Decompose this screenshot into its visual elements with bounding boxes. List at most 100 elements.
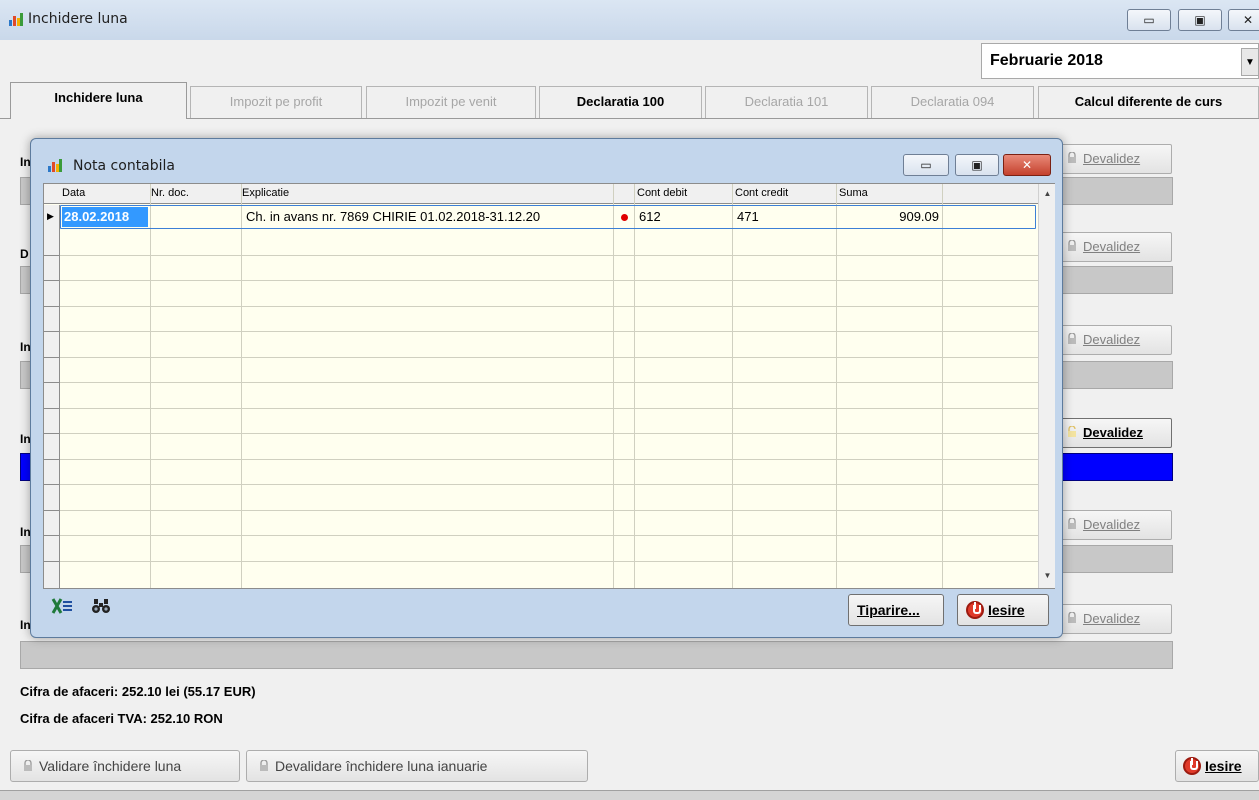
cell-explicatie[interactable]: Ch. in avans nr. 7869 CHIRIE 01.02.2018-…: [246, 207, 612, 227]
grid-line: [60, 255, 1038, 256]
validare-inchidere-button[interactable]: Validare închidere luna: [10, 750, 240, 782]
grid-line: [60, 331, 1038, 332]
minimize-icon: ▭: [1143, 13, 1155, 27]
validare-inchidere-label: Validare închidere luna: [39, 758, 182, 774]
devalidez-button-1[interactable]: Devalidez: [1060, 144, 1172, 174]
nota-contabila-dialog: Nota contabila ▭ ▣ ✕ Data Nr. doc. Expli…: [30, 138, 1063, 638]
grid-line: [60, 484, 1038, 485]
close-window-button[interactable]: ✕: [1228, 9, 1259, 31]
power-icon: [966, 601, 984, 619]
maximize-button[interactable]: ▣: [1178, 9, 1222, 31]
dialog-close-button[interactable]: ✕: [1003, 154, 1051, 176]
devalidez-label: Devalidez: [1083, 332, 1141, 347]
grid-line: [241, 184, 242, 588]
lock-icon: [1067, 327, 1077, 344]
section-label-2: D: [20, 247, 29, 261]
grid-line: [60, 408, 1038, 409]
tiparire-label: Tiparire...: [857, 602, 920, 618]
maximize-icon: ▣: [1194, 13, 1206, 27]
col-header-data[interactable]: Data: [62, 187, 85, 199]
devalidez-button-6[interactable]: Devalidez: [1060, 604, 1172, 634]
lock-icon: [23, 752, 33, 771]
tab-declaratia-100[interactable]: Declaratia 100: [539, 86, 702, 118]
row-separator: [44, 382, 60, 383]
iesire-dialog-button[interactable]: Iesire: [957, 594, 1049, 626]
red-dot-icon: [621, 214, 628, 221]
tab-inchidere-luna[interactable]: Inchidere luna: [10, 82, 187, 119]
row-separator: [44, 561, 60, 562]
scroll-up-icon[interactable]: ▲: [1039, 186, 1056, 202]
month-select[interactable]: Februarie 2018 ▼: [981, 43, 1259, 79]
devalidez-button-2[interactable]: Devalidez: [1060, 232, 1172, 262]
grid-line: [60, 535, 1038, 536]
devalidare-inchidere-button[interactable]: Devalidare închidere luna ianuarie: [246, 750, 588, 782]
row-separator: [44, 280, 60, 281]
devalidare-inchidere-label: Devalidare închidere luna ianuarie: [275, 758, 488, 774]
grid-line: [60, 459, 1038, 460]
devalidez-label: Devalidez: [1083, 151, 1141, 166]
iesire-dialog-label: Iesire: [988, 602, 1025, 618]
col-header-explicatie[interactable]: Explicatie: [242, 187, 289, 199]
nota-contabila-grid: Data Nr. doc. Explicatie Cont debit Cont…: [43, 183, 1055, 589]
tiparire-button[interactable]: Tiparire...: [848, 594, 944, 626]
grid-line: [60, 357, 1038, 358]
devalidez-button-5[interactable]: Devalidez: [1060, 510, 1172, 540]
excel-export-icon[interactable]: [51, 597, 73, 618]
close-icon: ✕: [1242, 13, 1254, 27]
grid-line: [60, 561, 1038, 562]
row-separator: [44, 357, 60, 358]
row-separator: [44, 484, 60, 485]
grid-line: [613, 184, 614, 588]
col-header-suma[interactable]: Suma: [839, 187, 868, 199]
row-separator: [44, 535, 60, 536]
devalidez-button-4[interactable]: Devalidez: [1060, 418, 1172, 448]
maximize-icon: ▣: [971, 158, 983, 172]
chevron-down-icon[interactable]: ▼: [1241, 48, 1259, 76]
row-separator: [44, 459, 60, 460]
grid-line: [634, 184, 635, 588]
devalidez-label: Devalidez: [1083, 239, 1141, 254]
grid-line: [732, 184, 733, 588]
lock-icon: [1067, 512, 1077, 529]
cell-data[interactable]: 28.02.2018: [62, 207, 148, 227]
devalidez-label: Devalidez: [1083, 517, 1141, 532]
cell-cont-debit[interactable]: 612: [639, 207, 661, 227]
grid-line: [150, 184, 151, 588]
iesire-main-label: Iesire: [1205, 758, 1242, 774]
cell-cont-credit[interactable]: 471: [737, 207, 759, 227]
title-bar: Inchidere luna ▭ ▣ ✕: [0, 0, 1259, 40]
grid-line: [60, 433, 1038, 434]
grid-line: [60, 306, 1038, 307]
col-header-cont-credit[interactable]: Cont credit: [735, 187, 788, 199]
cifra-afaceri-tva-text: Cifra de afaceri TVA: 252.10 RON: [20, 711, 223, 726]
tab-panel-border: [0, 118, 1259, 119]
tab-impozit-profit[interactable]: Impozit pe profit: [190, 86, 362, 118]
minimize-button[interactable]: ▭: [1127, 9, 1171, 31]
devalidez-button-3[interactable]: Devalidez: [1060, 325, 1172, 355]
row-separator: [44, 408, 60, 409]
tab-impozit-venit[interactable]: Impozit pe venit: [366, 86, 536, 118]
binoculars-search-icon[interactable]: [91, 597, 111, 618]
lock-icon: [1067, 234, 1077, 251]
app-icon: [8, 11, 24, 27]
scroll-down-icon[interactable]: ▼: [1039, 568, 1056, 584]
row-indicator-column: [44, 205, 60, 588]
grid-line: [60, 510, 1038, 511]
vertical-scrollbar[interactable]: ▲ ▼: [1038, 184, 1055, 588]
status-strip: [0, 790, 1259, 800]
tab-declaratia-101[interactable]: Declaratia 101: [705, 86, 868, 118]
devalidez-label: Devalidez: [1083, 611, 1141, 626]
lock-icon: [1067, 146, 1077, 163]
iesire-main-button[interactable]: Iesire: [1175, 750, 1259, 782]
dialog-maximize-button[interactable]: ▣: [955, 154, 999, 176]
cell-suma[interactable]: 909.09: [838, 207, 939, 227]
cifra-afaceri-text: Cifra de afaceri: 252.10 lei (55.17 EUR): [20, 684, 256, 699]
tab-calcul-diferente[interactable]: Calcul diferente de curs: [1038, 86, 1259, 118]
row-separator: [44, 255, 60, 256]
tab-declaratia-094[interactable]: Declaratia 094: [871, 86, 1034, 118]
dialog-minimize-button[interactable]: ▭: [903, 154, 949, 176]
unlock-icon: [1067, 420, 1077, 437]
col-header-cont-debit[interactable]: Cont debit: [637, 187, 687, 199]
col-header-nr-doc[interactable]: Nr. doc.: [151, 187, 189, 199]
lock-icon: [259, 752, 269, 771]
